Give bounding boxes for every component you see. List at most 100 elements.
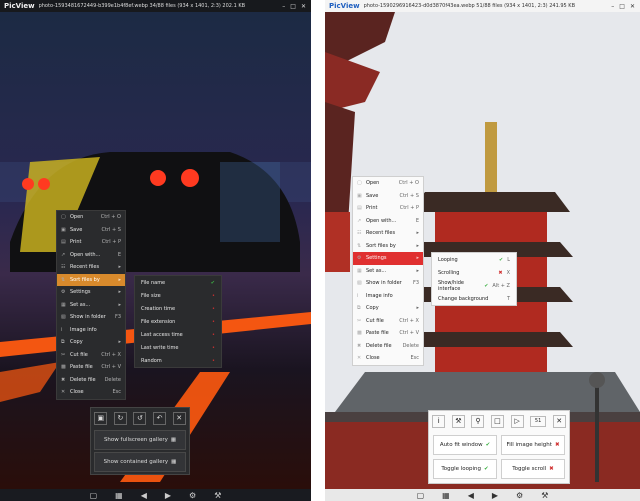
settings-option-scrolling[interactable]: Scrolling ✖ X: [432, 266, 516, 279]
menu-item-print[interactable]: ▤ Print Ctrl + P: [57, 236, 125, 249]
toggle-scroll-button[interactable]: Toggle scroll ✖: [501, 459, 565, 479]
settings-option-background[interactable]: Change background T: [432, 292, 516, 305]
radio-off-icon: •: [212, 305, 215, 312]
menu-item-show-in-folder[interactable]: ▧ Show in folder F3: [353, 277, 423, 290]
context-menu: ▢ Open Ctrl + O ▣ Save Ctrl + S ▤ Print Ctrl +…: [352, 176, 424, 366]
check-icon: ✔: [499, 256, 504, 263]
menu-item-settings[interactable]: ⚙ Settings ▸: [57, 286, 125, 299]
sort-option[interactable]: Last write time •: [135, 341, 221, 354]
sort-option[interactable]: Creation time •: [135, 302, 221, 315]
image-icon[interactable]: ▦: [442, 491, 450, 500]
folder-icon[interactable]: ▢: [90, 491, 98, 500]
menu-item-settings[interactable]: ⚙ Settings ▸: [353, 252, 423, 265]
slideshow-icon[interactable]: ▷: [510, 414, 524, 428]
menu-item-copy[interactable]: ⧉ Copy ▸: [57, 336, 125, 349]
title-bar: PicView photo-1590296916423-d0d3870f43ea…: [325, 0, 640, 12]
menu-item-image-info[interactable]: i Image info: [57, 324, 125, 337]
rotate-right-icon[interactable]: ↻: [113, 411, 127, 425]
menu-item-print[interactable]: ▤ Print Ctrl + P: [353, 202, 423, 215]
check-icon: ✔: [484, 282, 489, 289]
cross-icon: ✖: [498, 269, 503, 276]
bottom-toolbar: ▢ ▦ ◀ ▶ ⚙ ⚒: [325, 489, 640, 501]
print-icon: ▤: [61, 239, 66, 246]
open-with-icon: ↗: [357, 217, 362, 224]
menu-item-recent-files[interactable]: ☷ Recent files ▸: [57, 261, 125, 274]
quick-tools-panel: i ⚒ ⚲ □ ▷ 51 ✕ Auto fit window ✔ Fill ima…: [428, 410, 570, 484]
comment-icon[interactable]: □: [490, 414, 504, 428]
close-icon[interactable]: ✕: [630, 3, 635, 10]
close-icon[interactable]: ✕: [552, 414, 566, 428]
menu-item-delete-file[interactable]: ✖ Delete file Delete: [353, 340, 423, 353]
info-icon: i: [357, 292, 359, 299]
radio-off-icon: •: [212, 344, 215, 351]
menu-item-paste-file[interactable]: ▩ Paste file Ctrl + V: [353, 327, 423, 340]
settings-icon[interactable]: ⚙: [516, 491, 523, 500]
info-icon[interactable]: i: [432, 414, 446, 428]
auto-fit-window-button[interactable]: Auto fit window ✔: [433, 435, 497, 455]
close-icon[interactable]: ✕: [301, 3, 306, 10]
menu-item-close[interactable]: ✕ Close Esc: [353, 352, 423, 365]
menu-item-close[interactable]: ✕ Close Esc: [57, 386, 125, 399]
menu-item-set-as[interactable]: ▦ Set as... ▸: [353, 265, 423, 278]
left-screenshot: PicView photo-1593481672449-b399e1b4f8ef…: [0, 0, 311, 501]
folder-icon[interactable]: ▢: [417, 491, 425, 500]
toggle-looping-button[interactable]: Toggle looping ✔: [433, 459, 497, 479]
menu-item-open-with[interactable]: ↗ Open with... E: [57, 249, 125, 262]
menu-item-copy[interactable]: ⧉ Copy ▸: [353, 302, 423, 315]
print-icon: ▤: [357, 205, 362, 212]
menu-item-save[interactable]: ▣ Save Ctrl + S: [353, 190, 423, 203]
copy-icon: ⧉: [357, 305, 361, 312]
menu-item-recent-files[interactable]: ☷ Recent files ▸: [353, 227, 423, 240]
paste-icon: ▩: [357, 330, 362, 337]
menu-item-show-in-folder[interactable]: ▧ Show in folder F3: [57, 311, 125, 324]
next-icon[interactable]: ▶: [492, 491, 498, 500]
next-icon[interactable]: ▶: [165, 491, 171, 500]
save-icon: ▣: [61, 226, 66, 233]
minimize-icon[interactable]: –: [611, 3, 614, 10]
menu-item-set-as[interactable]: ▦ Set as... ▸: [57, 299, 125, 312]
sort-option[interactable]: Last access time •: [135, 328, 221, 341]
tools-icon[interactable]: ⚒: [541, 491, 548, 500]
menu-item-cut-file[interactable]: ✂ Cut file Ctrl + X: [57, 349, 125, 362]
radio-off-icon: •: [212, 357, 215, 364]
search-icon[interactable]: ⚲: [471, 414, 485, 428]
menu-item-open-with[interactable]: ↗ Open with... E: [353, 215, 423, 228]
previous-icon[interactable]: ◀: [468, 491, 474, 500]
wrench-icon[interactable]: ⚒: [451, 414, 465, 428]
folder-icon: ▢: [61, 214, 66, 221]
contained-gallery-button[interactable]: Show contained gallery ▦: [94, 452, 186, 472]
menu-item-open[interactable]: ▢ Open Ctrl + O: [353, 177, 423, 190]
image-icon[interactable]: ▦: [115, 491, 123, 500]
right-screenshot: PicView photo-1590296916423-d0d3870f43ea…: [325, 0, 640, 501]
minimize-icon[interactable]: –: [282, 3, 285, 10]
folder-open-icon: ▧: [357, 280, 362, 287]
rotate-left-icon[interactable]: ↺: [133, 411, 147, 425]
menu-item-paste-file[interactable]: ▩ Paste file Ctrl + V: [57, 361, 125, 374]
crop-icon[interactable]: ▣: [94, 411, 108, 425]
menu-item-open[interactable]: ▢ Open Ctrl + O: [57, 211, 125, 224]
previous-icon[interactable]: ◀: [141, 491, 147, 500]
menu-item-delete-file[interactable]: ✖ Delete file Delete: [57, 374, 125, 387]
open-with-icon: ↗: [61, 251, 66, 258]
sort-option[interactable]: File name ✔: [135, 276, 221, 289]
fill-image-height-button[interactable]: Fill image height ✖: [501, 435, 565, 455]
menu-item-sort-files-by[interactable]: ⇅ Sort files by ▸: [57, 273, 125, 286]
fullscreen-gallery-button[interactable]: Show fullscreen gallery ▦: [94, 430, 186, 450]
menu-item-cut-file[interactable]: ✂ Cut file Ctrl + X: [353, 315, 423, 328]
menu-item-image-info[interactable]: i Image info: [353, 290, 423, 303]
close-icon[interactable]: ✕: [172, 411, 186, 425]
sort-option[interactable]: Random •: [135, 354, 221, 367]
sort-option[interactable]: File extension •: [135, 315, 221, 328]
menu-item-sort-files-by[interactable]: ⇅ Sort files by ▸: [353, 240, 423, 253]
undo-icon[interactable]: ↶: [153, 411, 167, 425]
tools-icon[interactable]: ⚒: [214, 491, 221, 500]
menu-item-save[interactable]: ▣ Save Ctrl + S: [57, 224, 125, 237]
settings-option-interface[interactable]: Show/hide interface ✔ Alt + Z: [432, 279, 516, 292]
radio-off-icon: •: [212, 292, 215, 299]
settings-option-looping[interactable]: Looping ✔ L: [432, 253, 516, 266]
zoom-input[interactable]: 51: [530, 415, 547, 427]
settings-icon[interactable]: ⚙: [189, 491, 196, 500]
maximize-icon[interactable]: □: [619, 3, 625, 10]
sort-option[interactable]: File size •: [135, 289, 221, 302]
maximize-icon[interactable]: □: [290, 3, 296, 10]
